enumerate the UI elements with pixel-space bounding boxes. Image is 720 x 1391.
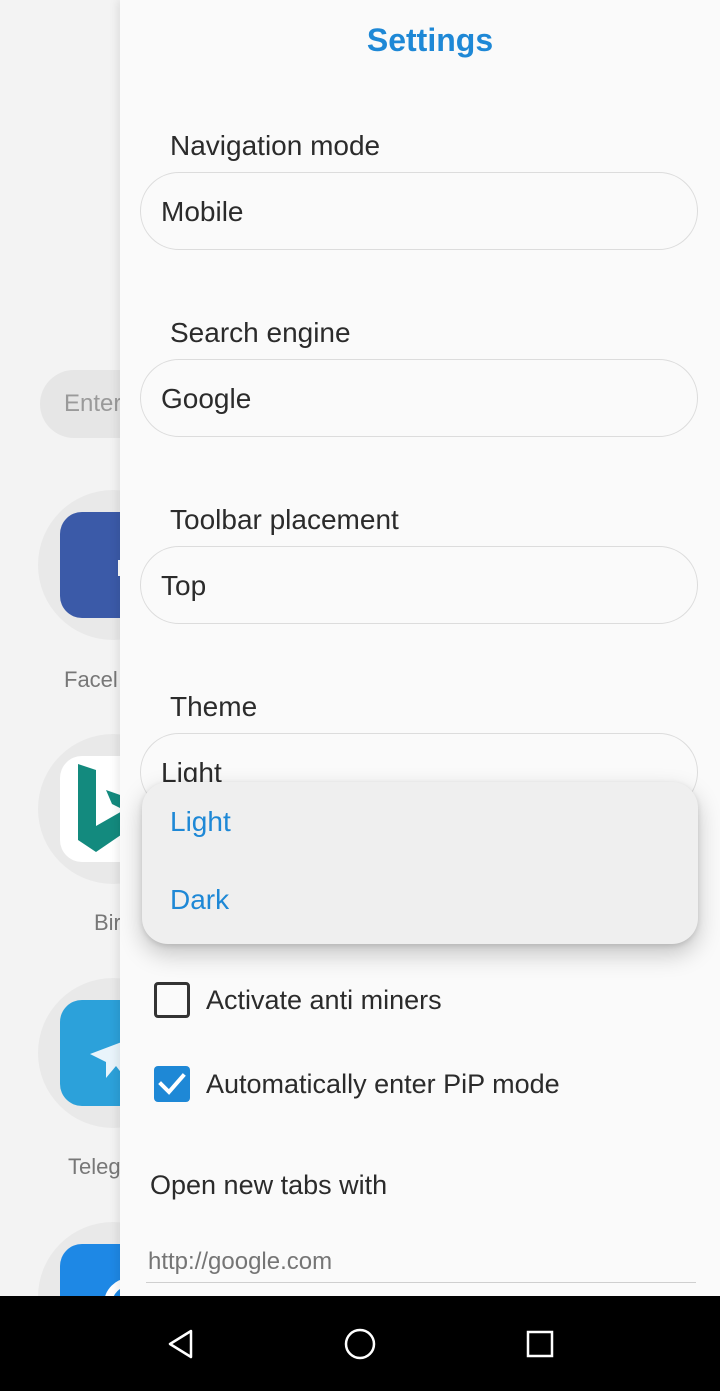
search-engine-label: Search engine <box>170 317 351 348</box>
checkmark-icon <box>158 1073 186 1095</box>
search-engine-select[interactable]: Google <box>140 359 698 437</box>
navigation-mode-select[interactable]: Mobile <box>140 172 698 250</box>
theme-label: Theme <box>170 691 258 722</box>
settings-panel: Settings Navigation mode Mobile Search e… <box>120 0 720 1296</box>
toolbar-placement-select[interactable]: Top <box>140 546 698 624</box>
system-navigation-bar <box>0 1296 720 1391</box>
pip-mode-checkbox[interactable] <box>154 1066 190 1102</box>
theme-option-light[interactable]: Light <box>170 806 231 838</box>
navigation-mode-label: Navigation mode <box>170 130 381 161</box>
back-icon <box>168 1329 193 1358</box>
pip-mode-label: Automatically enter PiP mode <box>206 1068 560 1099</box>
home-icon <box>344 1328 376 1359</box>
settings-title: Settings <box>366 22 494 58</box>
toolbar-placement-label: Toolbar placement <box>170 504 399 535</box>
anti-miners-label: Activate anti miners <box>206 984 442 1015</box>
back-button[interactable] <box>120 1296 240 1391</box>
new-tab-url-input[interactable] <box>146 1242 696 1283</box>
recents-button[interactable] <box>480 1296 600 1391</box>
theme-dropdown-menu: Light Dark <box>142 782 698 944</box>
anti-miners-row[interactable]: Activate anti miners <box>154 980 442 1020</box>
recents-icon <box>526 1330 554 1357</box>
theme-option-dark[interactable]: Dark <box>170 884 229 916</box>
home-button[interactable] <box>300 1296 420 1391</box>
anti-miners-checkbox[interactable] <box>154 982 190 1018</box>
open-new-tabs-label: Open new tabs with <box>150 1170 388 1200</box>
pip-mode-row[interactable]: Automatically enter PiP mode <box>154 1064 560 1104</box>
